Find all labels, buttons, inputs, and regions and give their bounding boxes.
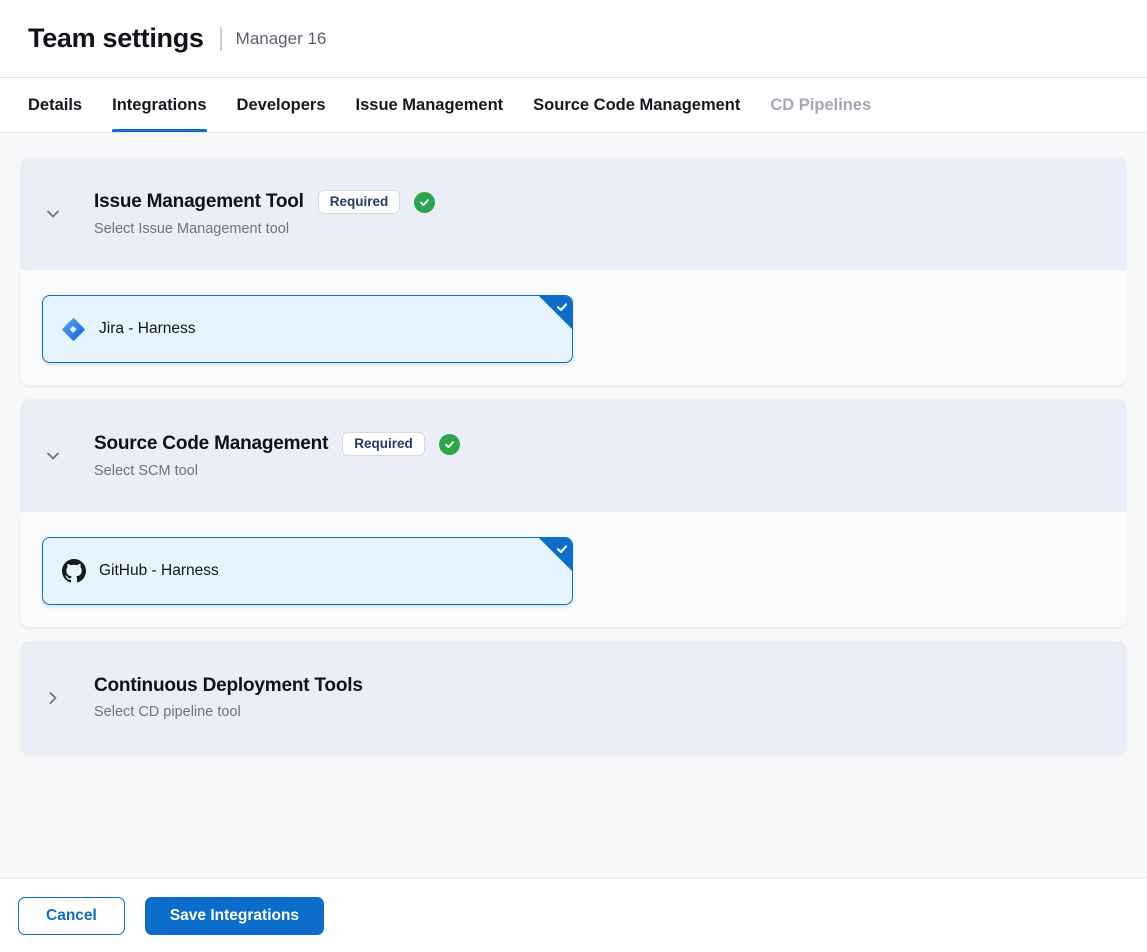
required-badge: Required bbox=[342, 432, 425, 456]
section-subtitle: Select SCM tool bbox=[94, 463, 460, 479]
section-subtitle: Select Issue Management tool bbox=[94, 221, 435, 237]
cancel-button[interactable]: Cancel bbox=[18, 897, 125, 935]
tab-bar: Details Integrations Developers Issue Ma… bbox=[0, 78, 1147, 133]
tab-issue-management[interactable]: Issue Management bbox=[356, 78, 504, 132]
section-issue-management-header[interactable]: Issue Management Tool Required Select Is… bbox=[20, 157, 1127, 270]
save-integrations-button[interactable]: Save Integrations bbox=[145, 897, 324, 935]
section-issue-management-tool: Issue Management Tool Required Select Is… bbox=[20, 157, 1127, 385]
section-title: Source Code Management bbox=[94, 433, 328, 455]
section-cd-header[interactable]: Continuous Deployment Tools Select CD pi… bbox=[20, 641, 1127, 754]
completed-check-icon bbox=[414, 192, 435, 213]
tab-source-code-management[interactable]: Source Code Management bbox=[533, 78, 740, 132]
section-title: Continuous Deployment Tools bbox=[94, 675, 363, 697]
section-continuous-deployment-tools: Continuous Deployment Tools Select CD pi… bbox=[20, 641, 1127, 754]
selected-check-icon bbox=[538, 537, 573, 572]
tab-developers[interactable]: Developers bbox=[237, 78, 326, 132]
tool-card-jira-harness[interactable]: Jira - Harness bbox=[42, 295, 573, 363]
tab-cd-pipelines: CD Pipelines bbox=[770, 78, 871, 132]
page-header: Team settings Manager 16 bbox=[0, 0, 1147, 78]
completed-check-icon bbox=[439, 434, 460, 455]
jira-icon bbox=[61, 317, 86, 342]
tab-details[interactable]: Details bbox=[28, 78, 82, 132]
chevron-down-icon[interactable] bbox=[42, 445, 64, 467]
footer-action-bar: Cancel Save Integrations bbox=[0, 878, 1147, 952]
page-subtitle: Manager 16 bbox=[236, 29, 327, 49]
chevron-right-icon[interactable] bbox=[42, 687, 64, 709]
page-title: Team settings bbox=[28, 23, 204, 54]
section-scm-header[interactable]: Source Code Management Required Select S… bbox=[20, 399, 1127, 512]
tool-card-github-harness[interactable]: GitHub - Harness bbox=[42, 537, 573, 605]
selected-check-icon bbox=[538, 295, 573, 330]
integrations-panel: Issue Management Tool Required Select Is… bbox=[0, 133, 1147, 878]
tab-integrations[interactable]: Integrations bbox=[112, 78, 206, 132]
section-title: Issue Management Tool bbox=[94, 191, 304, 213]
github-icon bbox=[61, 559, 86, 584]
title-separator bbox=[220, 27, 222, 51]
tool-card-label: Jira - Harness bbox=[99, 320, 195, 338]
required-badge: Required bbox=[318, 190, 401, 214]
section-issue-management-body: Jira - Harness bbox=[20, 270, 1127, 385]
section-scm-body: GitHub - Harness bbox=[20, 512, 1127, 627]
chevron-down-icon[interactable] bbox=[42, 203, 64, 225]
section-source-code-management: Source Code Management Required Select S… bbox=[20, 399, 1127, 627]
tool-card-label: GitHub - Harness bbox=[99, 562, 219, 580]
section-subtitle: Select CD pipeline tool bbox=[94, 704, 363, 720]
